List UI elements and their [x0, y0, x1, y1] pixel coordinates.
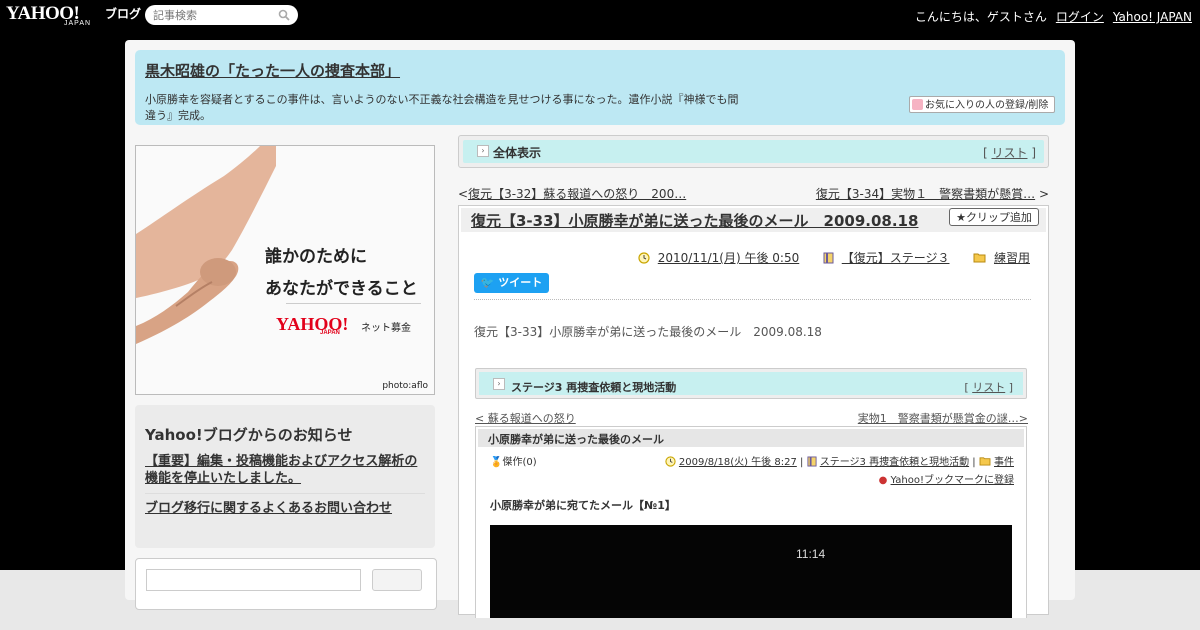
- embed-video-frame: 11:14: [490, 525, 1012, 618]
- bookmark-icon: ●: [878, 475, 888, 486]
- favorite-register-label: お気に入りの人の登録/削除: [925, 100, 1049, 111]
- clip-add-label: クリップ追加: [965, 211, 1032, 224]
- search-icon[interactable]: [278, 9, 290, 21]
- heart-icon: [912, 98, 923, 110]
- folder-icon: [973, 253, 986, 263]
- embedded-post-image: › ステージ3 再捜査依頼と現地活動 [ リスト ] < 蘇る報道への怒り 実物…: [475, 368, 1028, 618]
- ad-copy: 誰かのために あなたができること: [265, 241, 418, 305]
- category-list: [ リスト ]: [983, 144, 1036, 161]
- notice-divider: [145, 493, 425, 494]
- blog-title[interactable]: 黒木昭雄の「たった一人の捜査本部」: [145, 60, 400, 81]
- article-body: 復元【3-33】小原勝幸が弟に送った最後のメール 2009.08.18: [474, 325, 822, 339]
- embed-folder: 事件: [994, 457, 1014, 468]
- embed-post: 小原勝幸が弟に送った最後のメール 🏅傑作(0) 2009/8/18(火) 午後 …: [475, 426, 1027, 618]
- ad-yahoo-logo: YAHOO! JAPAN: [276, 314, 348, 336]
- embed-category-bar: › ステージ3 再捜査依頼と現地活動 [ リスト ]: [475, 368, 1027, 399]
- prev-mark: <: [458, 187, 469, 201]
- ad-line2: あなたができること: [265, 279, 418, 299]
- embed-book-icon: [807, 456, 817, 466]
- category-label: 全体表示: [493, 146, 542, 160]
- embed-next-link: 実物1 警察書類が懸賞金の謎…>: [857, 412, 1028, 425]
- next-mark: >: [1038, 187, 1049, 201]
- list-link[interactable]: リスト: [991, 146, 1027, 160]
- embed-clock-icon: [665, 455, 676, 467]
- clock-icon: [638, 251, 650, 264]
- notice-link-important[interactable]: 【重要】編集・投稿機能およびアクセス解析の機能を停止いたしました。: [145, 453, 430, 487]
- notice-link-faq[interactable]: ブログ移行に関するよくあるお問い合わせ: [145, 500, 430, 517]
- blog-container: 黒木昭雄の「たった一人の捜査本部」 小原勝幸を容疑者とするこの事件は、言いようの…: [125, 40, 1075, 618]
- logo-sub: JAPAN: [64, 20, 92, 27]
- embed-category-bar-inner: › ステージ3 再捜査依頼と現地活動 [ リスト ]: [479, 372, 1023, 395]
- embed-bookmark-link: Yahoo!ブックマークに登録: [890, 475, 1014, 486]
- login-link[interactable]: ログイン: [1056, 10, 1104, 24]
- ad-divider: [286, 303, 421, 304]
- favorite-register-button[interactable]: お気に入りの人の登録/削除: [909, 96, 1055, 113]
- article: 復元【3-33】小原勝幸が弟に送った最後のメール 2009.08.18 ★クリッ…: [458, 205, 1049, 618]
- twitter-bird-icon: 🐦: [480, 276, 495, 289]
- embed-post-meta: 2009/8/18(火) 午後 8:27 | ステージ3 再捜査依頼と現地活動 …: [665, 453, 1014, 468]
- embed-folder-icon: [979, 457, 991, 466]
- next-article-nav: 復元【3-34】実物１ 警察書類が懸賞… >: [816, 185, 1049, 202]
- prev-article-link[interactable]: 復元【3-32】蘇る報道への怒り 200…: [468, 187, 686, 201]
- embed-subtitle: 小原勝幸が弟に宛てたメール【№1】: [490, 499, 676, 512]
- embed-list-link: リスト: [972, 381, 1006, 394]
- embed-list: [ リスト ]: [964, 381, 1013, 394]
- logo-blog: ブログ: [105, 7, 142, 21]
- main-column: › 全体表示 [ リスト ] <復元【3-32】蘇る報道への怒り 200… 復元…: [458, 135, 1049, 618]
- sidebar-search-button[interactable]: [372, 569, 422, 591]
- sidebar-search-box: [135, 558, 437, 610]
- dotted-divider: [474, 299, 1031, 300]
- user-nav: こんにちは、ゲストさん ログイン Yahoo! JAPAN: [915, 8, 1192, 25]
- tweet-button[interactable]: 🐦 ツイート: [474, 273, 549, 293]
- next-article-link[interactable]: 復元【3-34】実物１ 警察書類が懸賞…: [816, 187, 1035, 201]
- article-header: 復元【3-33】小原勝幸が弟に送った最後のメール 2009.08.18 ★クリッ…: [461, 208, 1046, 232]
- handshake-image: [136, 146, 276, 344]
- greeting: こんにちは、ゲストさん: [914, 10, 1047, 24]
- medal-icon: 🏅: [490, 457, 503, 468]
- ad-logo-sub: JAPAN: [320, 330, 340, 336]
- tweet-label: ツイート: [498, 276, 543, 289]
- article-folder-link[interactable]: 練習用: [994, 251, 1030, 265]
- embed-chevron-icon: ›: [493, 378, 505, 390]
- sidebar-search-input[interactable]: [146, 569, 361, 591]
- yahoo-japan-link[interactable]: Yahoo! JAPAN: [1113, 10, 1192, 24]
- embed-post-header: 小原勝幸が弟に送った最後のメール: [478, 429, 1024, 447]
- blog-header: 黒木昭雄の「たった一人の捜査本部」 小原勝幸を容疑者とするこの事件は、言いようの…: [135, 50, 1065, 125]
- ad-service: ネット募金: [361, 323, 411, 334]
- search-input[interactable]: [153, 7, 273, 23]
- ad-banner[interactable]: 誰かのために あなたができること YAHOO! JAPAN ネット募金 photo…: [135, 145, 435, 395]
- clip-add-button[interactable]: ★クリップ追加: [949, 208, 1039, 226]
- prev-article-nav: <復元【3-32】蘇る報道への怒り 200…: [458, 185, 686, 202]
- embed-date: 2009/8/18(火) 午後 8:27: [678, 457, 797, 468]
- bracket-open: [: [982, 146, 988, 160]
- blog-description: 小原勝幸を容疑者とするこの事件は、言いようのない不正義な社会構造を見せつける事に…: [145, 93, 739, 122]
- article-title[interactable]: 復元【3-33】小原勝幸が弟に送った最後のメール 2009.08.18: [471, 210, 918, 231]
- article-search: [145, 5, 298, 25]
- chevron-right-icon: ›: [477, 145, 489, 157]
- notice-box: Yahoo!ブログからのお知らせ 【重要】編集・投稿機能およびアクセス解析の機能…: [135, 405, 435, 548]
- ad-credit: photo:aflo: [382, 381, 428, 391]
- star-icon: ★: [956, 211, 966, 224]
- category-bar: › 全体表示 [ リスト ]: [458, 135, 1049, 168]
- category-bar-inner: › 全体表示 [ リスト ]: [463, 140, 1044, 163]
- embed-prev-link: < 蘇る報道への怒り: [475, 412, 576, 425]
- top-bar: YAHOO! JAPAN ブログ こんにちは、ゲストさんログイン Yahoo! J…: [0, 0, 1200, 32]
- article-date-link[interactable]: 2010/11/1(月) 午後 0:50: [658, 251, 799, 265]
- embed-category-label: ステージ3 再捜査依頼と現地活動: [511, 381, 677, 394]
- book-icon: [823, 252, 834, 263]
- notice-title: Yahoo!ブログからのお知らせ: [145, 426, 353, 444]
- article-category-link[interactable]: 【復元】ステージ３: [842, 251, 950, 265]
- embed-category2: ステージ3 再捜査依頼と現地活動: [819, 457, 970, 468]
- bracket-close: ]: [1031, 146, 1036, 160]
- embed-masterpiece-count: 傑作(0): [502, 457, 537, 468]
- embed-masterpiece: 🏅傑作(0): [490, 453, 537, 468]
- ad-line1: 誰かのために: [265, 247, 367, 267]
- yahoo-blog-logo[interactable]: YAHOO! JAPAN ブログ: [6, 3, 141, 27]
- embed-bookmark: ● Yahoo!ブックマークに登録: [879, 471, 1014, 486]
- embed-post-title: 小原勝幸が弟に送った最後のメール: [488, 433, 664, 446]
- article-meta: 2010/11/1(月) 午後 0:50 【復元】ステージ３ 練習用: [638, 249, 1030, 266]
- embed-video-time: 11:14: [796, 547, 826, 561]
